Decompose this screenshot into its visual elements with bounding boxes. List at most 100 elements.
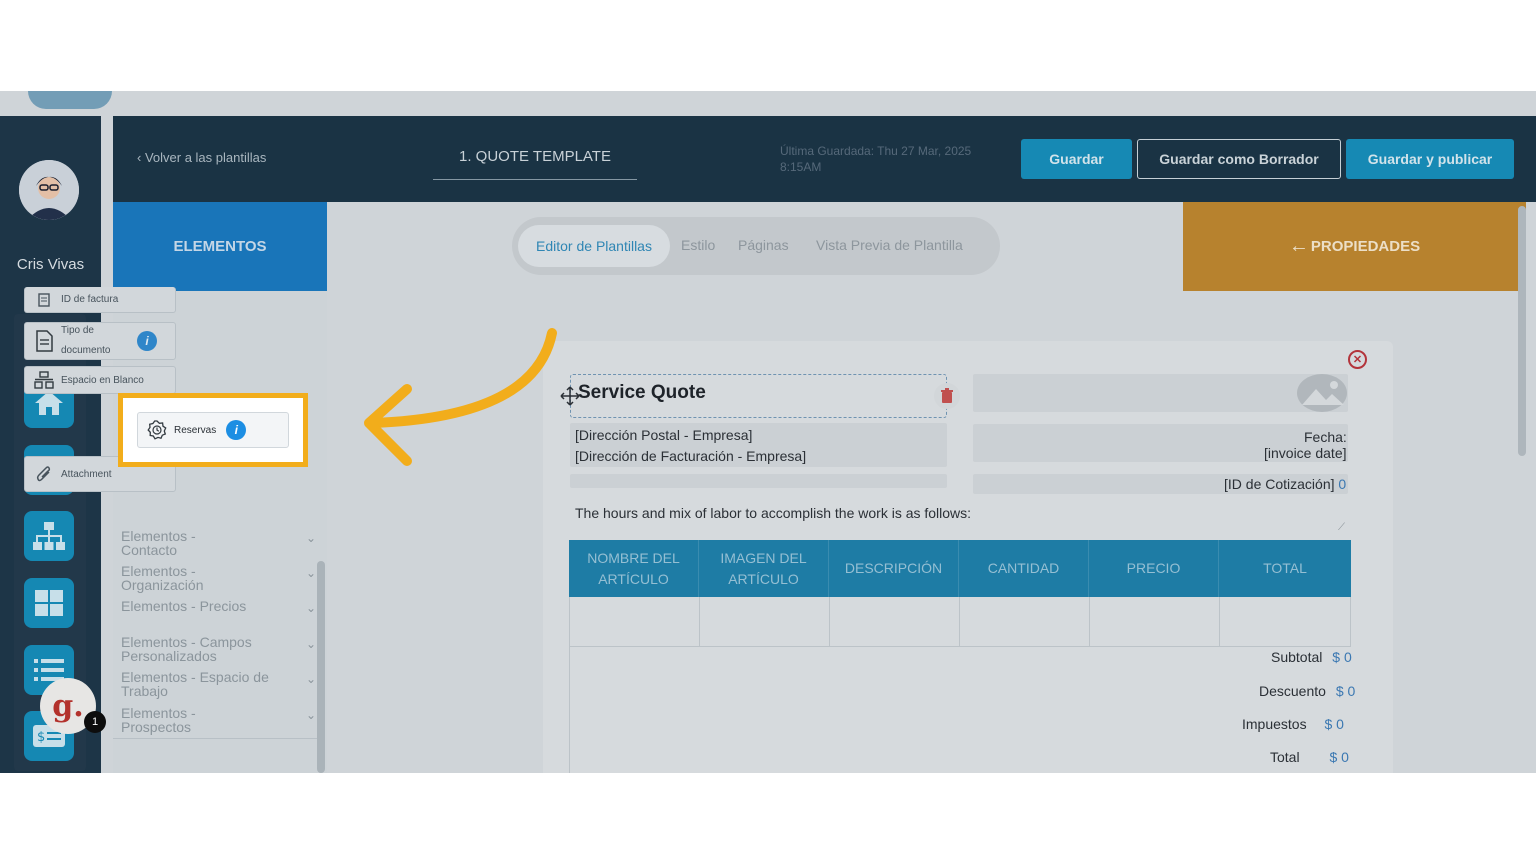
close-icon[interactable]: ✕ bbox=[1348, 350, 1367, 369]
logo bbox=[28, 91, 112, 109]
tab-preview[interactable]: Vista Previa de Plantilla bbox=[816, 237, 963, 253]
total-label: Impuestos bbox=[1242, 716, 1307, 732]
col-item-name: NOMBRE DEL ARTÍCULO bbox=[569, 540, 699, 597]
category-prices[interactable]: Elementos - Precios ⌄ bbox=[121, 598, 316, 615]
total-label: Total bbox=[1270, 749, 1300, 765]
empty-field[interactable] bbox=[570, 474, 947, 488]
element-blank-space[interactable]: Espacio en Blanco bbox=[24, 366, 176, 394]
table-cell bbox=[830, 597, 960, 646]
left-rail: Cris Vivas Listados $ bbox=[0, 91, 112, 773]
chevron-down-icon: ⌄ bbox=[305, 601, 316, 615]
document-icon bbox=[33, 330, 55, 352]
category-organization[interactable]: Elementos - Organización ⌄ bbox=[121, 564, 316, 592]
tab-pages[interactable]: Páginas bbox=[738, 237, 789, 253]
table-row[interactable] bbox=[569, 597, 1351, 647]
category-label: Elementos - Prospectos bbox=[121, 705, 196, 735]
save-button[interactable]: Guardar bbox=[1021, 139, 1132, 179]
editor-header: ‹ Volver a las plantillas 1. QUOTE TEMPL… bbox=[113, 116, 1536, 202]
total-value: $ 0 bbox=[1335, 683, 1356, 699]
category-label: Elementos - Campos Personalizados bbox=[121, 634, 252, 664]
table-cell bbox=[1090, 597, 1220, 646]
chevron-left-icon: ‹ bbox=[137, 150, 145, 165]
subtotal-row: Subtotal $ 0 bbox=[1271, 649, 1352, 665]
chevron-down-icon: ⌄ bbox=[305, 531, 316, 545]
divider bbox=[569, 647, 570, 773]
svg-text:$: $ bbox=[37, 730, 45, 745]
back-link-label: Volver a las plantillas bbox=[144, 150, 267, 165]
total-label: Subtotal bbox=[1271, 649, 1323, 665]
divider bbox=[113, 738, 317, 739]
booking-badge-icon bbox=[146, 419, 168, 441]
tutorial-arrow-icon bbox=[364, 328, 557, 466]
tab-elements[interactable]: ELEMENTOS bbox=[113, 202, 327, 291]
total-label: Descuento bbox=[1259, 683, 1326, 699]
col-price: PRECIO bbox=[1089, 540, 1219, 597]
items-table-header: NOMBRE DEL ARTÍCULO IMAGEN DEL ARTÍCULO … bbox=[569, 540, 1351, 597]
category-label: Elementos - Precios bbox=[121, 598, 247, 614]
template-title-input[interactable]: 1. QUOTE TEMPLATE bbox=[433, 140, 637, 180]
arrow-left-icon: ← bbox=[1288, 235, 1309, 257]
taxes-row: Impuestos $ 0 bbox=[1242, 716, 1344, 732]
app-window: Cris Vivas Listados $ g. 1 ‹ Volver a la… bbox=[0, 91, 1536, 773]
element-label: Reservas bbox=[174, 424, 217, 436]
category-label: Elementos - Contacto bbox=[121, 528, 196, 558]
image-placeholder-icon bbox=[1296, 373, 1348, 418]
element-reservas[interactable]: Reservas i bbox=[137, 412, 289, 448]
col-total: TOTAL bbox=[1263, 560, 1307, 576]
table-cell bbox=[700, 597, 830, 646]
notification-count: 1 bbox=[84, 711, 106, 733]
info-icon[interactable]: i bbox=[226, 420, 247, 440]
category-custom-fields[interactable]: Elementos - Campos Personalizados ⌄ bbox=[121, 635, 316, 663]
save-publish-button[interactable]: Guardar y publicar bbox=[1346, 139, 1514, 179]
element-label: Attachment bbox=[61, 468, 112, 480]
col-quantity: CANTIDAD bbox=[959, 540, 1089, 597]
quote-id: [ID de Cotización] 0 bbox=[1224, 476, 1346, 492]
back-to-templates-link[interactable]: ‹ Volver a las plantillas bbox=[137, 150, 266, 165]
properties-label: PROPIEDADES bbox=[1310, 238, 1421, 255]
total-value: $ 0 bbox=[1332, 649, 1352, 665]
category-prospects[interactable]: Elementos - Prospectos ⌄ bbox=[121, 706, 316, 734]
blank-space-icon bbox=[33, 369, 55, 391]
avatar[interactable] bbox=[19, 160, 79, 220]
panel-scrollbar[interactable] bbox=[317, 561, 325, 773]
paperclip-icon bbox=[33, 463, 55, 485]
last-saved-text: Última Guardada: Thu 27 Mar, 2025 8:15AM bbox=[780, 144, 972, 174]
logo-placeholder[interactable] bbox=[973, 374, 1348, 412]
category-contact[interactable]: Elementos - Contacto ⌄ bbox=[121, 529, 316, 557]
element-invoice-id[interactable]: ID de factura bbox=[24, 287, 176, 313]
col-item-image: IMAGEN DEL ARTÍCULO bbox=[699, 540, 829, 597]
tab-style[interactable]: Estilo bbox=[681, 237, 715, 253]
total-value: $ 0 bbox=[1329, 749, 1349, 765]
info-icon[interactable]: i bbox=[137, 331, 157, 351]
table-cell bbox=[570, 597, 700, 646]
chevron-down-icon: ⌄ bbox=[305, 637, 316, 651]
table-cell bbox=[1220, 597, 1350, 646]
total-row: Total $ 0 bbox=[1270, 749, 1349, 765]
org-chart-icon[interactable] bbox=[24, 511, 74, 561]
element-label: Tipo de documento bbox=[61, 325, 111, 356]
col-description: DESCRIPCIÓN bbox=[829, 540, 959, 597]
trash-icon[interactable] bbox=[934, 383, 960, 409]
element-label: Espacio en Blanco bbox=[61, 374, 144, 386]
document-title[interactable]: Service Quote bbox=[578, 382, 706, 404]
date-value: [invoice date] bbox=[1264, 445, 1347, 461]
element-document-type[interactable]: Tipo de documento i bbox=[24, 322, 176, 360]
grid-icon[interactable] bbox=[24, 578, 74, 628]
chevron-down-icon: ⌄ bbox=[305, 708, 316, 722]
tab-template-editor[interactable]: Editor de Plantillas bbox=[518, 225, 670, 267]
quote-id-label: [ID de Cotización] bbox=[1224, 476, 1335, 492]
save-draft-button[interactable]: Guardar como Borrador bbox=[1137, 139, 1341, 179]
category-workspace[interactable]: Elementos - Espacio de Trabajo ⌄ bbox=[121, 670, 316, 698]
intro-text[interactable]: The hours and mix of labor to accomplish… bbox=[575, 505, 971, 521]
category-label: Elementos - Espacio de Trabajo bbox=[121, 669, 269, 699]
table-cell bbox=[960, 597, 1090, 646]
postal-address: [Dirección Postal - Empresa] bbox=[575, 427, 753, 443]
resize-handle-icon[interactable]: ⟋ bbox=[1338, 522, 1345, 533]
total-value: $ 0 bbox=[1324, 716, 1344, 732]
quote-id-value: 0 bbox=[1338, 476, 1347, 492]
invoice-doc-icon bbox=[33, 289, 55, 311]
tab-properties[interactable]: ← PROPIEDADES bbox=[1183, 202, 1526, 291]
main-scrollbar[interactable] bbox=[1518, 206, 1526, 456]
chevron-down-icon: ⌄ bbox=[305, 566, 316, 580]
chevron-down-icon: ⌄ bbox=[305, 672, 316, 686]
